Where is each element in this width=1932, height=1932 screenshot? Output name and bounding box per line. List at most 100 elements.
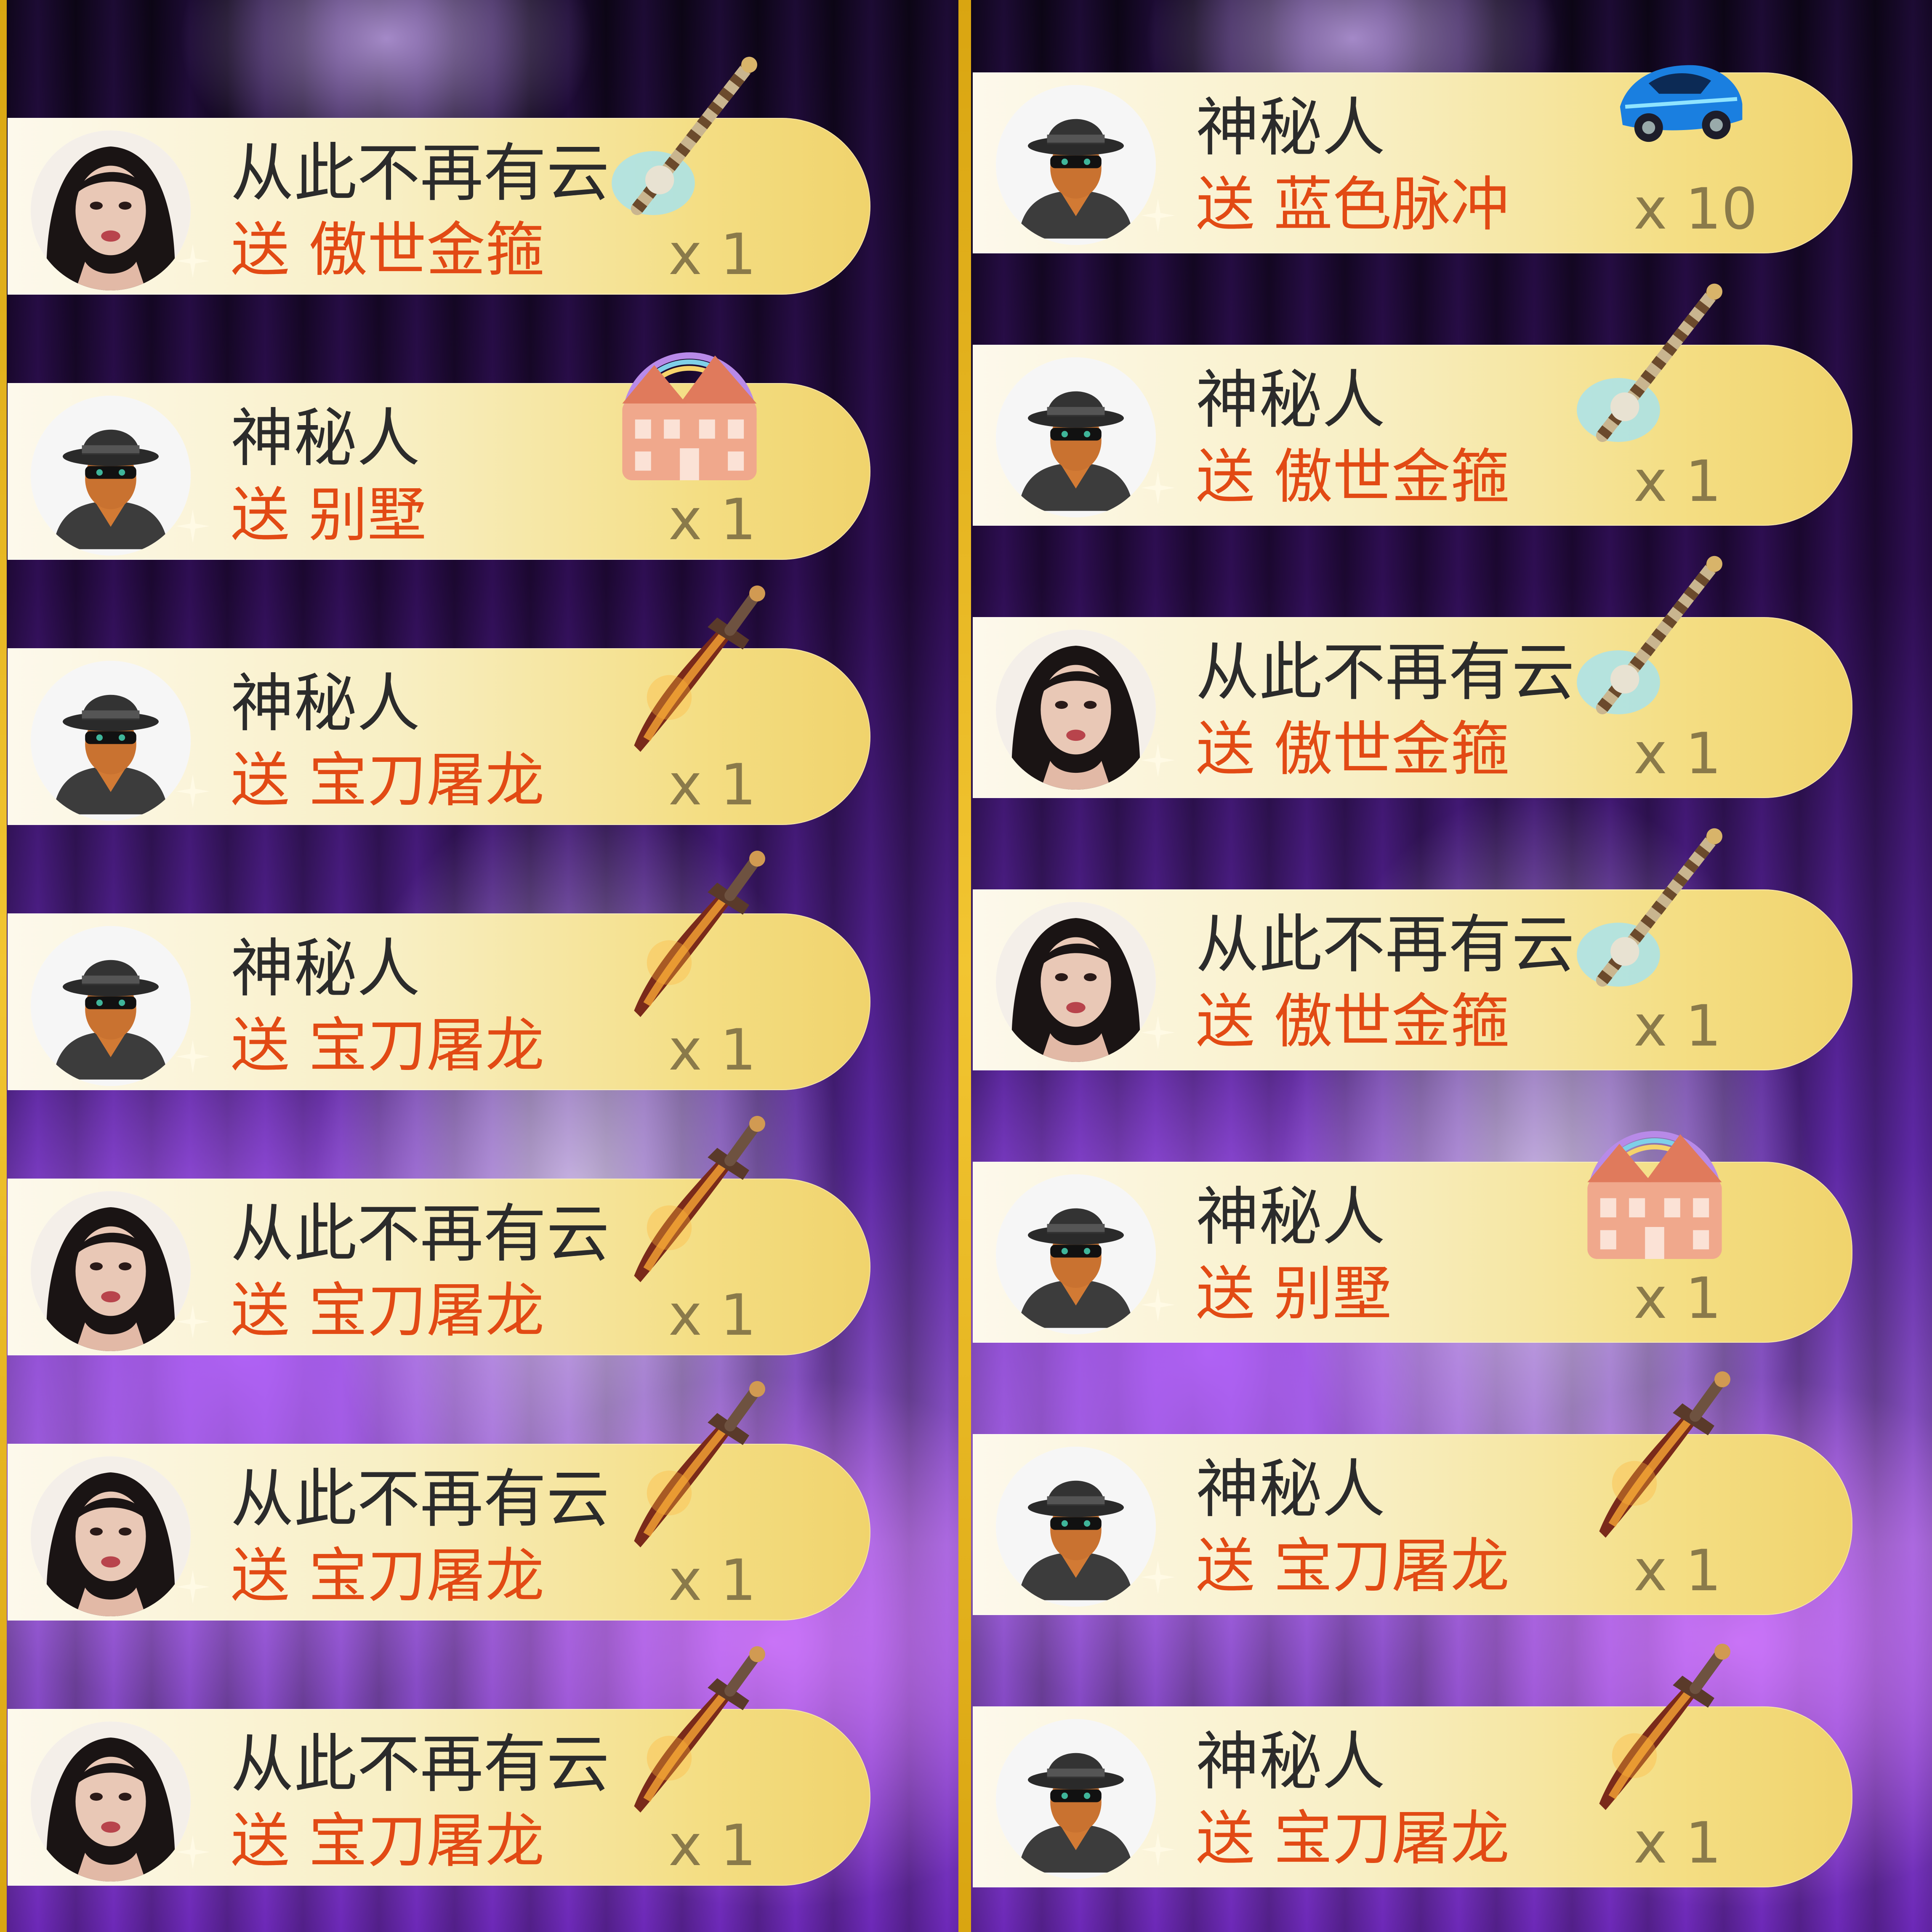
dragon-saber-gift-icon	[605, 850, 765, 1027]
dragon-saber-gift-icon	[605, 1381, 765, 1557]
gift-feed-right-panel: 神秘人 送蓝色脉冲 x 10 神秘人 送傲世金箍 x 1 从此不再有云 送 傲世…	[966, 0, 1932, 1932]
sender-name: 从此不再有云	[231, 1198, 610, 1271]
sparkle-icon	[1141, 1560, 1175, 1594]
gift-message-card[interactable]: 神秘人 送别墅 x 1	[8, 352, 870, 560]
girl-avatar-icon	[31, 130, 191, 290]
golden-staff-gift-icon	[1570, 554, 1730, 731]
gift-message-card[interactable]: 从此不再有云 送宝刀屠龙 x 1	[8, 1116, 870, 1355]
gift-count: x 1	[668, 1282, 756, 1348]
gift-message-card[interactable]: 从此不再有云 送傲世金箍 x 1	[973, 828, 1852, 1070]
sender-name: 神秘人	[1196, 1453, 1386, 1526]
gift-count: x 1	[1634, 993, 1722, 1059]
villa-gift-icon	[609, 320, 769, 497]
gift-message-card[interactable]: 从此不再有云 送宝刀屠龙 x 1	[8, 1646, 870, 1886]
sparkle-icon	[176, 244, 210, 278]
gift-description: 送傲世金箍	[1196, 444, 1509, 511]
gift-description: 送别墅	[231, 482, 426, 549]
sparkle-icon	[176, 1305, 210, 1339]
dragon-saber-gift-icon	[1570, 1643, 1730, 1820]
gift-count: x 1	[668, 221, 756, 287]
gift-description: 送蓝色脉冲	[1196, 171, 1509, 239]
mystery-man-avatar-icon	[996, 85, 1156, 245]
sender-name: 从此不再有云	[1196, 636, 1575, 709]
gift-description: 送宝刀屠龙	[231, 1543, 544, 1610]
sender-name: 从此不再有云	[231, 1728, 610, 1801]
gift-description: 送宝刀屠龙	[1196, 1805, 1509, 1873]
sender-name: 神秘人	[1196, 1725, 1386, 1799]
gift-message-card[interactable]: 神秘人 送宝刀屠龙 x 1	[8, 585, 870, 825]
gift-name: 傲世金箍	[1274, 987, 1510, 1056]
send-label: 送	[1196, 170, 1255, 239]
gift-description: 送傲世金箍	[1196, 988, 1509, 1056]
avatar[interactable]	[31, 130, 191, 290]
send-label: 送	[1196, 987, 1255, 1056]
gift-message-card[interactable]: 神秘人 送宝刀屠龙 x 1	[973, 1371, 1852, 1615]
gift-description: 送宝刀屠龙	[231, 1808, 544, 1875]
sender-name: 神秘人	[1196, 1181, 1386, 1254]
gift-message-card[interactable]: 神秘人 送蓝色脉冲 x 10	[973, 65, 1852, 253]
gift-message-card[interactable]: 神秘人 送宝刀屠龙 x 1	[973, 1644, 1852, 1887]
gift-name: 宝刀屠龙	[1274, 1532, 1510, 1601]
send-label: 送	[231, 746, 290, 815]
send-label: 送	[1196, 715, 1255, 784]
gift-message-card[interactable]: 神秘人 送宝刀屠龙 x 1	[8, 851, 870, 1090]
sender-name: 从此不再有云	[231, 1463, 610, 1536]
send-label: 送	[1196, 1532, 1255, 1601]
sender-name: 神秘人	[1196, 91, 1386, 165]
gift-count: x 1	[1634, 1810, 1722, 1876]
sender-name: 神秘人	[1196, 364, 1386, 437]
gift-count: x 1	[668, 1547, 756, 1613]
mystery-man-avatar-icon	[31, 661, 191, 821]
avatar[interactable]	[996, 85, 1156, 245]
gift-name: 宝刀屠龙	[309, 1807, 545, 1876]
avatar[interactable]	[31, 926, 191, 1086]
dragon-saber-gift-icon	[605, 585, 765, 762]
avatar[interactable]	[31, 1191, 191, 1351]
send-label: 送	[1196, 1260, 1255, 1328]
mystery-man-avatar-icon	[996, 1719, 1156, 1879]
mystery-man-avatar-icon	[31, 926, 191, 1086]
mystery-man-avatar-icon	[31, 396, 191, 556]
avatar[interactable]	[996, 1174, 1156, 1334]
gift-count: x 1	[1634, 448, 1722, 514]
sparkle-icon	[1141, 199, 1175, 232]
mystery-man-avatar-icon	[996, 1174, 1156, 1334]
avatar[interactable]	[996, 902, 1156, 1062]
send-label: 送	[231, 481, 290, 550]
avatar[interactable]	[996, 630, 1156, 790]
avatar[interactable]	[31, 396, 191, 556]
sparkle-icon	[176, 509, 210, 543]
sparkle-icon	[1141, 471, 1175, 505]
gift-name: 傲世金箍	[1274, 443, 1510, 511]
avatar[interactable]	[996, 357, 1156, 517]
gift-message-card[interactable]: 神秘人 送傲世金箍 x 1	[973, 283, 1852, 526]
panel-gold-border	[0, 0, 7, 1932]
gift-message-card[interactable]: 从此不再有云 送傲世金箍 x 1	[973, 556, 1852, 798]
gift-count: x 1	[1634, 1538, 1722, 1604]
mystery-man-avatar-icon	[996, 357, 1156, 517]
gift-name: 傲世金箍	[309, 216, 545, 285]
sparkle-icon	[1141, 1833, 1175, 1866]
avatar[interactable]	[31, 1722, 191, 1881]
send-label: 送	[231, 1011, 290, 1080]
gift-description: 送傲世金箍	[1196, 716, 1509, 783]
gift-message-card[interactable]: 从此不再有云 送傲世金箍 x 1	[8, 56, 870, 295]
sender-name: 神秘人	[231, 932, 420, 1006]
sparkle-icon	[176, 1040, 210, 1073]
avatar[interactable]	[31, 661, 191, 821]
blue-sports-car-gift-icon	[1596, 26, 1764, 169]
gift-message-card[interactable]: 神秘人 送别墅 x 1	[973, 1131, 1852, 1343]
avatar[interactable]	[31, 1456, 191, 1616]
gift-name: 傲世金箍	[1274, 715, 1510, 784]
gift-description: 送傲世金箍	[231, 217, 544, 284]
girl-avatar-icon	[996, 630, 1156, 790]
sparkle-icon	[176, 774, 210, 808]
gift-count: x 1	[1634, 1265, 1722, 1331]
send-label: 送	[1196, 443, 1255, 511]
send-label: 送	[231, 1542, 290, 1610]
gift-message-card[interactable]: 从此不再有云 送宝刀屠龙 x 1	[8, 1381, 870, 1621]
avatar[interactable]	[996, 1719, 1156, 1879]
gift-name: 宝刀屠龙	[309, 1011, 545, 1080]
send-label: 送	[231, 216, 290, 285]
avatar[interactable]	[996, 1447, 1156, 1607]
